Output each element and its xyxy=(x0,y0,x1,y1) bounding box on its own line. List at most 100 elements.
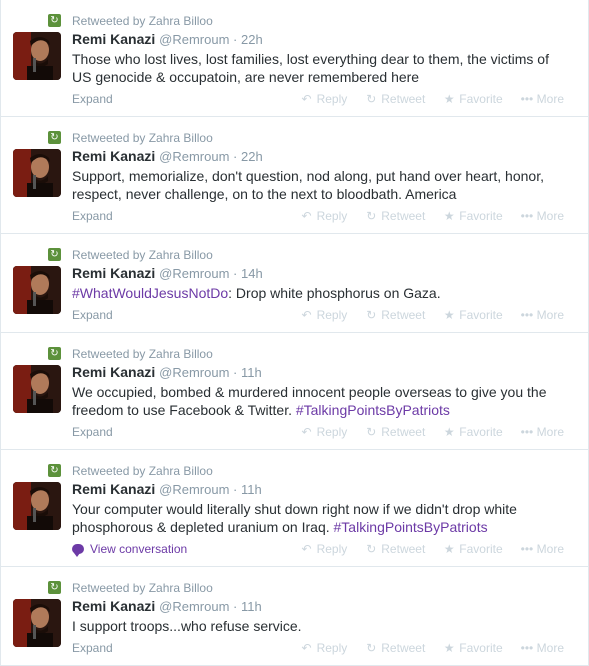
retweeted-by-text[interactable]: Retweeted by Zahra Billoo xyxy=(72,131,213,145)
more-label: More xyxy=(536,209,564,223)
retweeted-by-text[interactable]: Retweeted by Zahra Billoo xyxy=(72,581,213,595)
user-username[interactable]: @Remroum xyxy=(159,266,229,281)
reply-button[interactable]: ↶ Reply xyxy=(301,542,348,556)
user-username[interactable]: @Remroum xyxy=(159,149,229,164)
tweet-footer: Expand ↶ Reply ↻ Retweet ★ Favorite ••• More xyxy=(72,302,576,332)
retweet-button[interactable]: ↻ Retweet xyxy=(365,308,425,322)
favorite-button[interactable]: ★ Favorite xyxy=(443,425,503,439)
user-fullname[interactable]: Remi Kanazi xyxy=(72,364,155,380)
view-conversation-label: View conversation xyxy=(90,542,188,556)
avatar[interactable] xyxy=(13,149,61,197)
expand-link[interactable]: Expand xyxy=(72,92,113,106)
tweet-timestamp[interactable]: 22h xyxy=(241,32,263,47)
reply-label: Reply xyxy=(316,425,348,439)
more-button[interactable]: ••• More xyxy=(521,209,564,223)
tweet[interactable]: ↻ Retweeted by Zahra Billoo Remi Kanazi @R… xyxy=(1,117,588,234)
expand-link[interactable]: Expand xyxy=(72,209,113,223)
tweet[interactable]: ↻ Retweeted by Zahra Billoo Remi Kanazi @R… xyxy=(1,234,588,333)
more-dots-icon: ••• xyxy=(520,425,534,439)
user-username[interactable]: @Remroum xyxy=(159,482,229,497)
tweet[interactable]: ↻ Retweeted by Zahra Billoo Remi Kanazi @R… xyxy=(1,567,588,666)
reply-icon: ↶ xyxy=(301,542,312,556)
user-fullname[interactable]: Remi Kanazi xyxy=(72,598,155,614)
favorite-button[interactable]: ★ Favorite xyxy=(443,542,503,556)
avatar[interactable] xyxy=(13,599,61,647)
avatar[interactable] xyxy=(13,482,61,530)
expand-link[interactable]: Expand xyxy=(72,641,113,655)
tweet-timestamp[interactable]: 11h xyxy=(241,365,262,380)
retweet-context: ↻ Retweeted by Zahra Billoo xyxy=(48,129,576,147)
retweeted-by-text[interactable]: Retweeted by Zahra Billoo xyxy=(72,464,213,478)
star-icon: ★ xyxy=(443,209,455,223)
separator-dot: · xyxy=(233,266,238,281)
view-conversation-link[interactable]: View conversation xyxy=(72,542,188,557)
separator-dot: · xyxy=(233,482,238,497)
user-username[interactable]: @Remroum xyxy=(159,365,229,380)
user-fullname[interactable]: Remi Kanazi xyxy=(72,148,155,164)
favorite-button[interactable]: ★ Favorite xyxy=(443,209,503,223)
user-fullname[interactable]: Remi Kanazi xyxy=(72,481,155,497)
more-button[interactable]: ••• More xyxy=(521,308,564,322)
hashtag-link[interactable]: #TalkingPointsByPatriots xyxy=(296,402,450,418)
favorite-button[interactable]: ★ Favorite xyxy=(443,92,503,106)
tweet-timestamp[interactable]: 11h xyxy=(241,482,262,497)
avatar[interactable] xyxy=(13,365,61,413)
more-dots-icon: ••• xyxy=(520,209,534,223)
user-fullname[interactable]: Remi Kanazi xyxy=(72,265,155,281)
retweet-button[interactable]: ↻ Retweet xyxy=(365,641,425,655)
favorite-button[interactable]: ★ Favorite xyxy=(443,308,503,322)
tweet[interactable]: ↻ Retweeted by Zahra Billoo Remi Kanazi @R… xyxy=(1,333,588,450)
more-label: More xyxy=(536,542,564,556)
tweet-text-segment: : Drop white phosphorus on Gaza. xyxy=(228,285,441,301)
retweet-button[interactable]: ↻ Retweet xyxy=(365,542,425,556)
tweet[interactable]: ↻ Retweeted by Zahra Billoo Remi Kanazi @R… xyxy=(1,0,588,117)
more-button[interactable]: ••• More xyxy=(521,641,564,655)
reply-button[interactable]: ↶ Reply xyxy=(301,641,348,655)
retweet-icon: ↻ xyxy=(366,425,377,439)
tweet-header: Remi Kanazi @Remroum · 11h xyxy=(72,480,576,499)
retweet-icon: ↻ xyxy=(48,14,61,27)
tweet[interactable]: ↻ Retweeted by Zahra Billoo Remi Kanazi @R… xyxy=(1,450,588,567)
reply-button[interactable]: ↶ Reply xyxy=(301,308,348,322)
retweeted-by-text[interactable]: Retweeted by Zahra Billoo xyxy=(72,14,213,28)
avatar[interactable] xyxy=(13,32,61,80)
retweeted-by-text[interactable]: Retweeted by Zahra Billoo xyxy=(72,248,213,262)
reply-button[interactable]: ↶ Reply xyxy=(301,209,348,223)
reply-label: Reply xyxy=(316,542,348,556)
tweet-text: Those who lost lives, lost families, los… xyxy=(72,50,576,86)
retweet-icon: ↻ xyxy=(48,248,61,261)
retweet-icon: ↻ xyxy=(366,92,377,106)
hashtag-link[interactable]: #TalkingPointsByPatriots xyxy=(334,519,488,535)
expand-link[interactable]: Expand xyxy=(72,308,113,322)
star-icon: ★ xyxy=(443,542,455,556)
retweet-context: ↻ Retweeted by Zahra Billoo xyxy=(48,12,576,30)
avatar[interactable] xyxy=(13,266,61,314)
retweet-button[interactable]: ↻ Retweet xyxy=(365,425,425,439)
tweet-timestamp[interactable]: 22h xyxy=(241,149,263,164)
speech-bubble-icon xyxy=(72,544,84,557)
retweeted-by-text[interactable]: Retweeted by Zahra Billoo xyxy=(72,347,213,361)
tweet-header: Remi Kanazi @Remroum · 22h xyxy=(72,147,576,166)
more-button[interactable]: ••• More xyxy=(521,425,564,439)
tweet-timestamp[interactable]: 14h xyxy=(241,266,263,281)
retweet-button[interactable]: ↻ Retweet xyxy=(365,92,425,106)
retweet-button[interactable]: ↻ Retweet xyxy=(365,209,425,223)
reply-button[interactable]: ↶ Reply xyxy=(301,92,348,106)
star-icon: ★ xyxy=(443,641,455,655)
more-button[interactable]: ••• More xyxy=(521,542,564,556)
reply-button[interactable]: ↶ Reply xyxy=(301,425,348,439)
star-icon: ★ xyxy=(443,425,455,439)
tweet-text: #WhatWouldJesusNotDo: Drop white phospho… xyxy=(72,284,576,302)
expand-link[interactable]: Expand xyxy=(72,425,113,439)
more-button[interactable]: ••• More xyxy=(521,92,564,106)
user-fullname[interactable]: Remi Kanazi xyxy=(72,31,155,47)
favorite-button[interactable]: ★ Favorite xyxy=(443,641,503,655)
reply-label: Reply xyxy=(316,92,348,106)
user-username[interactable]: @Remroum xyxy=(159,599,229,614)
retweet-context: ↻ Retweeted by Zahra Billoo xyxy=(48,345,576,363)
more-dots-icon: ••• xyxy=(520,308,534,322)
retweet-icon: ↻ xyxy=(366,209,377,223)
tweet-timestamp[interactable]: 11h xyxy=(241,599,262,614)
user-username[interactable]: @Remroum xyxy=(159,32,229,47)
hashtag-link[interactable]: #WhatWouldJesusNotDo xyxy=(72,285,228,301)
